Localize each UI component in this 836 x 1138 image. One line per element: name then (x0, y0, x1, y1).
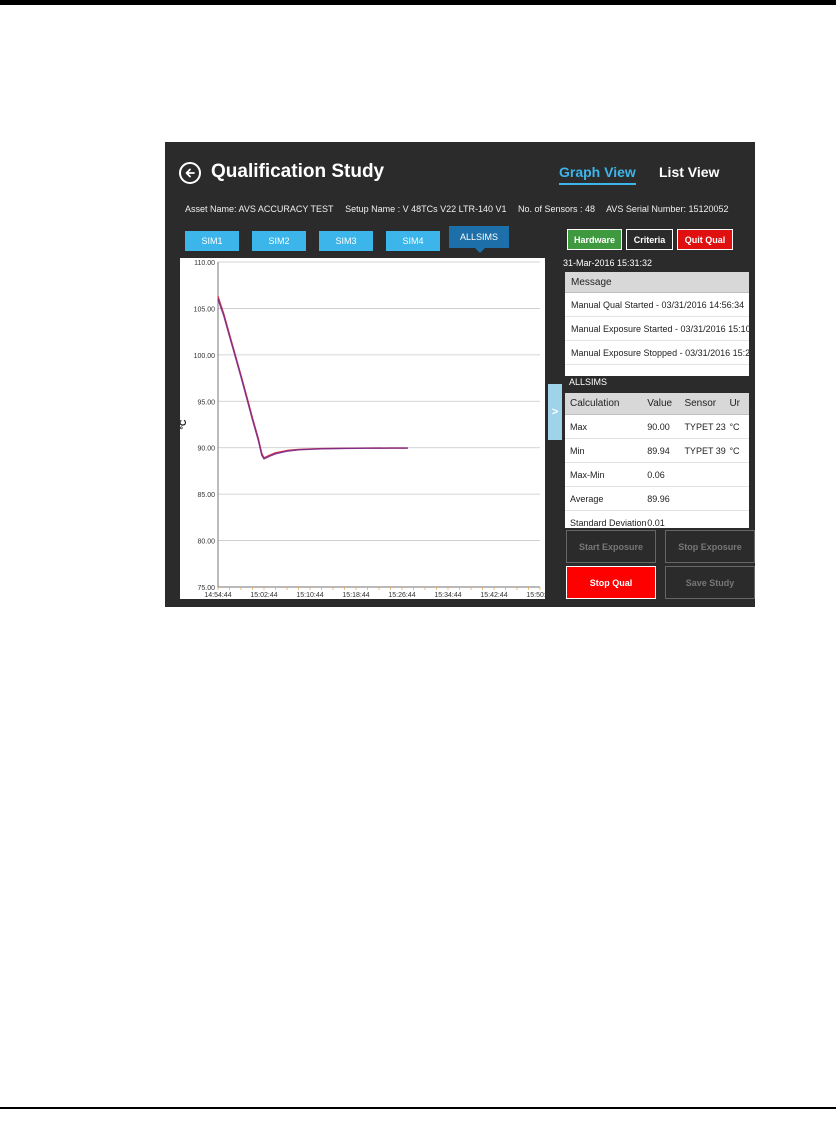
start-exposure-button[interactable]: Start Exposure (566, 530, 656, 563)
y-tick-label: 105.00 (194, 306, 216, 313)
y-tick-label: 110.00 (194, 260, 215, 267)
y-tick-label: 90.00 (197, 446, 215, 453)
stop-exposure-button[interactable]: Stop Exposure (665, 530, 755, 563)
calc-cell: °C (729, 445, 740, 456)
page-title: Qualification Study (211, 161, 385, 182)
hardware-button[interactable]: Hardware (567, 229, 622, 250)
y-axis-label: °C (180, 419, 188, 430)
series-line (217, 298, 408, 460)
message-log[interactable]: Message Manual Qual Started - 03/31/2016… (565, 272, 749, 376)
arrow-left-icon (185, 168, 195, 178)
stop-qual-button[interactable]: Stop Qual (566, 566, 656, 599)
calc-cell: Max (570, 421, 588, 432)
message-row: Manual Qual Started - 03/31/2016 14:56:3… (565, 293, 749, 317)
criteria-button[interactable]: Criteria (626, 229, 673, 250)
calc-col-sensor: Sensor (684, 398, 717, 409)
y-tick-label: 75.00 (197, 585, 215, 592)
tab-sim1[interactable]: SIM1 (185, 231, 239, 251)
calc-cell: Min (570, 445, 585, 456)
app-window: Qualification Study Graph View List View… (165, 142, 755, 607)
calc-col-unit: Ur (729, 398, 740, 409)
table-row: Max-Min 0.06 (565, 463, 749, 487)
y-tick-label: 85.00 (197, 492, 215, 499)
x-tick-label: 15:50:44 (526, 592, 545, 599)
message-header: Message (565, 272, 749, 293)
calc-cell: Standard Deviation (570, 517, 647, 528)
setup-name: Setup Name : V 48TCs V22 LTR-140 V1 (345, 204, 507, 214)
asset-name: Asset Name: AVS ACCURACY TEST (185, 204, 334, 214)
page-top-rule (0, 0, 836, 5)
calc-cell: 89.96 (647, 493, 670, 504)
calc-header-row: Calculation Value Sensor Ur (565, 393, 749, 415)
tab-sim4[interactable]: SIM4 (386, 231, 440, 251)
x-tick-label: 15:34:44 (434, 592, 461, 599)
message-row: Manual Exposure Stopped - 03/31/2016 15:… (565, 341, 749, 365)
quit-qual-button[interactable]: Quit Qual (677, 229, 733, 250)
tab-list-view[interactable]: List View (659, 164, 719, 180)
x-tick-label: 15:18:44 (342, 592, 369, 599)
x-tick-label: 15:42:44 (480, 592, 507, 599)
calc-col-value: Value (647, 398, 673, 409)
expand-panel-arrow[interactable]: > (548, 384, 562, 440)
calc-cell: 89.94 (647, 445, 670, 456)
back-button[interactable] (179, 162, 201, 184)
y-tick-label: 95.00 (197, 399, 215, 406)
chart-svg: 110.00 105.00 100.00 95.00 90.00 85.00 80.00 75… (180, 260, 545, 599)
table-row: Standard Deviation 0.01 (565, 511, 749, 528)
table-row: Min 89.94 TYPET 39 °C (565, 439, 749, 463)
calc-cell: 0.06 (647, 469, 665, 480)
calc-cell: Average (570, 493, 604, 504)
calc-cell: TYPET 39 (684, 445, 726, 456)
calc-cell: Max-Min (570, 469, 605, 480)
calc-cell: 0.01 (647, 517, 665, 528)
calc-cell: °C (729, 421, 740, 432)
page-bottom-rule (0, 1107, 836, 1109)
message-row: Manual Exposure Started - 03/31/2016 15:… (565, 317, 749, 341)
serial-number: AVS Serial Number: 15120052 (606, 204, 729, 214)
y-tick-label: 100.00 (194, 353, 216, 360)
sensor-count: No. of Sensors : 48 (518, 204, 596, 214)
study-info-bar: Asset Name: AVS ACCURACY TEST Setup Name… (185, 204, 737, 214)
calc-cell: TYPET 23 (684, 421, 726, 432)
y-tick-label: 80.00 (197, 539, 215, 546)
x-tick-label: 14:54:44 (204, 592, 231, 599)
calculation-table[interactable]: Calculation Value Sensor Ur Max 90.00 TY… (565, 393, 749, 528)
temperature-chart[interactable]: 110.00 105.00 100.00 95.00 90.00 85.00 80.00 75… (180, 258, 545, 599)
x-tick-label: 15:10:44 (296, 592, 323, 599)
table-row: Average 89.96 (565, 487, 749, 511)
save-study-button[interactable]: Save Study (665, 566, 755, 599)
calc-cell: 90.00 (647, 421, 670, 432)
allsims-section-label: ALLSIMS (569, 377, 608, 387)
tab-allsims[interactable]: ALLSIMS (449, 226, 509, 253)
tab-sim2[interactable]: SIM2 (252, 231, 306, 251)
x-tick-label: 15:02:44 (250, 592, 277, 599)
calc-col-calculation: Calculation (570, 398, 620, 409)
x-tick-label: 15:26:44 (388, 592, 415, 599)
table-row: Max 90.00 TYPET 23 °C (565, 415, 749, 439)
tab-graph-view[interactable]: Graph View (559, 164, 636, 185)
tab-sim3[interactable]: SIM3 (319, 231, 373, 251)
current-timestamp: 31-Mar-2016 15:31:32 (563, 258, 653, 268)
series-line (217, 296, 408, 459)
